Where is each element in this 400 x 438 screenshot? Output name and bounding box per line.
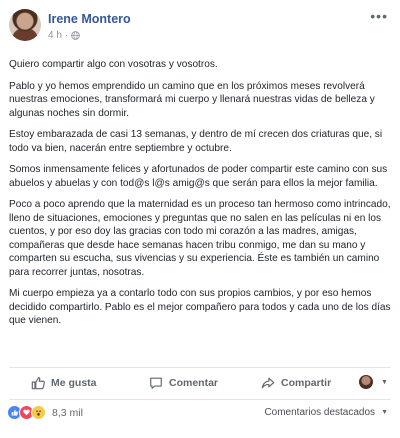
chevron-down-icon: ▼ [381,378,388,386]
reaction-summary[interactable]: 8,3 mil [7,405,83,420]
author-avatar[interactable] [9,9,41,41]
post-paragraph: Mi cuerpo empieza ya a contarlo todo con… [9,288,391,326]
globe-icon [71,31,81,40]
like-label: Me gusta [51,377,97,389]
share-button[interactable]: Compartir [261,376,331,390]
wow-reaction-icon [31,405,46,420]
post-paragraph: Poco a poco aprendo que la maternidad es… [9,199,391,278]
thumbs-up-icon [31,377,45,390]
share-icon [261,377,275,389]
sort-label: Comentarios destacados [264,407,376,418]
more-options-icon[interactable]: ••• [370,9,388,23]
comment-sort-dropdown[interactable]: Comentarios destacados ▼ [264,407,388,418]
react-as-selector[interactable]: ▼ [359,375,388,389]
post-content: Quiero compartir algo con vosotras y vos… [9,58,391,336]
share-label: Compartir [281,377,332,389]
reaction-count: 8,3 mil [52,406,83,419]
user-avatar [359,375,373,389]
author-name[interactable]: Irene Montero [48,12,131,26]
post-time[interactable]: 4 h [48,30,62,41]
post-meta: 4 h · [48,30,81,41]
comment-label: Comentar [169,377,219,389]
post-header: Irene Montero 4 h · ••• [0,0,400,48]
divider [9,399,391,400]
post-paragraph: Pablo y yo hemos emprendido un camino qu… [9,80,375,119]
post-paragraph: Somos inmensamente felices y afortunados… [9,164,388,189]
like-button[interactable]: Me gusta [31,376,97,390]
post-paragraph: Estoy embarazada de casi 13 semanas, y d… [9,129,383,154]
post-paragraph: Quiero compartir algo con vosotras y vos… [9,59,218,70]
action-bar: Me gusta Comentar Compartir ▼ [9,368,391,398]
meta-separator: · [64,30,69,41]
comment-icon [150,377,162,389]
chevron-down-icon: ▼ [381,409,388,416]
comment-button[interactable]: Comentar [149,376,218,390]
